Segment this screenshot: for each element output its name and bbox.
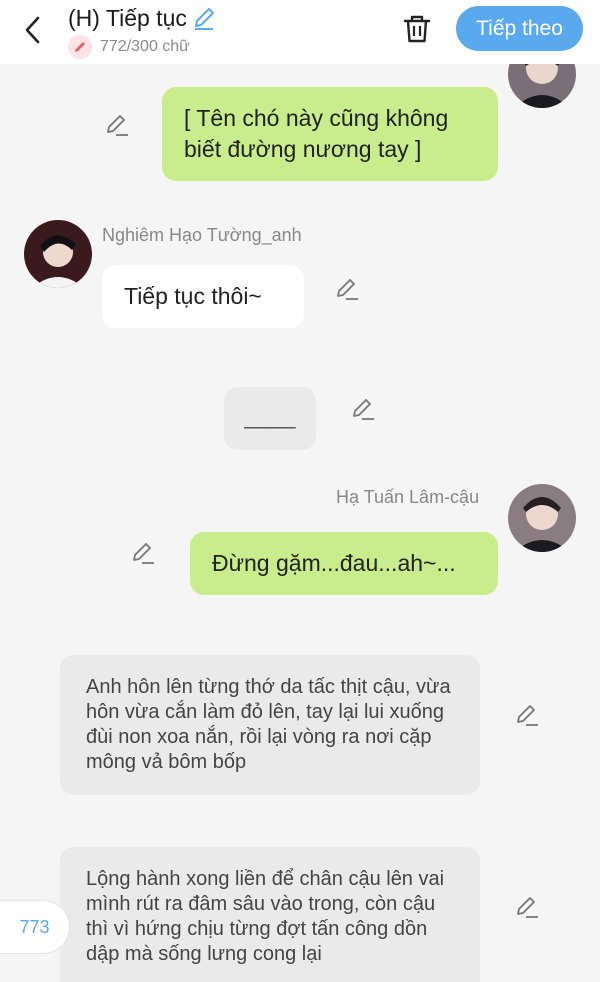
narration-text: Lộng hành xong liền để chân cậu lên vai …: [86, 868, 445, 965]
title-row: (H) Tiếp tục: [68, 3, 217, 33]
page-title: (H) Tiếp tục: [68, 4, 187, 31]
page-number-badge[interactable]: 773: [0, 900, 70, 954]
trash-icon[interactable]: [400, 12, 434, 46]
narration-text: Anh hôn lên từng thớ da tấc thịt cậu, vừ…: [86, 676, 451, 773]
message-bubble[interactable]: Tiếp tục thôi~: [102, 265, 304, 328]
message-text: [ Tên chó này cũng không biết đường nươn…: [184, 105, 449, 162]
avatar-nghiem-hao-tuong[interactable]: [24, 220, 92, 288]
narration-bubble[interactable]: Anh hôn lên từng thớ da tấc thịt cậu, vừ…: [60, 655, 480, 795]
avatar-ha-tuan-lam[interactable]: [508, 484, 576, 552]
message-bubble[interactable]: [ Tên chó này cũng không biết đường nươn…: [162, 87, 498, 181]
message-text: Tiếp tục thôi~: [124, 283, 262, 309]
divider-bubble[interactable]: ____: [224, 387, 316, 450]
header-bar: (H) Tiếp tục 772/300 chữ Tiếp theo: [0, 0, 600, 64]
back-arrow-icon[interactable]: [16, 12, 52, 48]
char-count: 772/300 chữ: [100, 38, 190, 55]
edit-title-pencil-icon[interactable]: [191, 5, 217, 31]
divider-text: ____: [244, 403, 296, 429]
pencil-badge-icon: [68, 35, 92, 59]
message-text: Đừng gặm...đau...ah~...: [212, 550, 456, 576]
narration-bubble[interactable]: Lộng hành xong liền để chân cậu lên vai …: [60, 847, 480, 982]
edit-pencil-icon[interactable]: [514, 894, 540, 920]
sender-name: Nghiêm Hạo Tường_anh: [102, 225, 302, 245]
edit-pencil-icon[interactable]: [514, 702, 540, 728]
sender-name: Hạ Tuấn Lâm-cậu: [336, 487, 480, 507]
char-count-row: 772/300 chữ: [68, 35, 190, 59]
edit-pencil-icon[interactable]: [334, 276, 360, 302]
message-bubble[interactable]: Đừng gặm...đau...ah~...: [190, 532, 498, 595]
edit-pencil-icon[interactable]: [104, 112, 130, 138]
edit-pencil-icon[interactable]: [350, 396, 376, 422]
edit-pencil-icon[interactable]: [130, 540, 156, 566]
next-button[interactable]: Tiếp theo: [456, 6, 583, 51]
